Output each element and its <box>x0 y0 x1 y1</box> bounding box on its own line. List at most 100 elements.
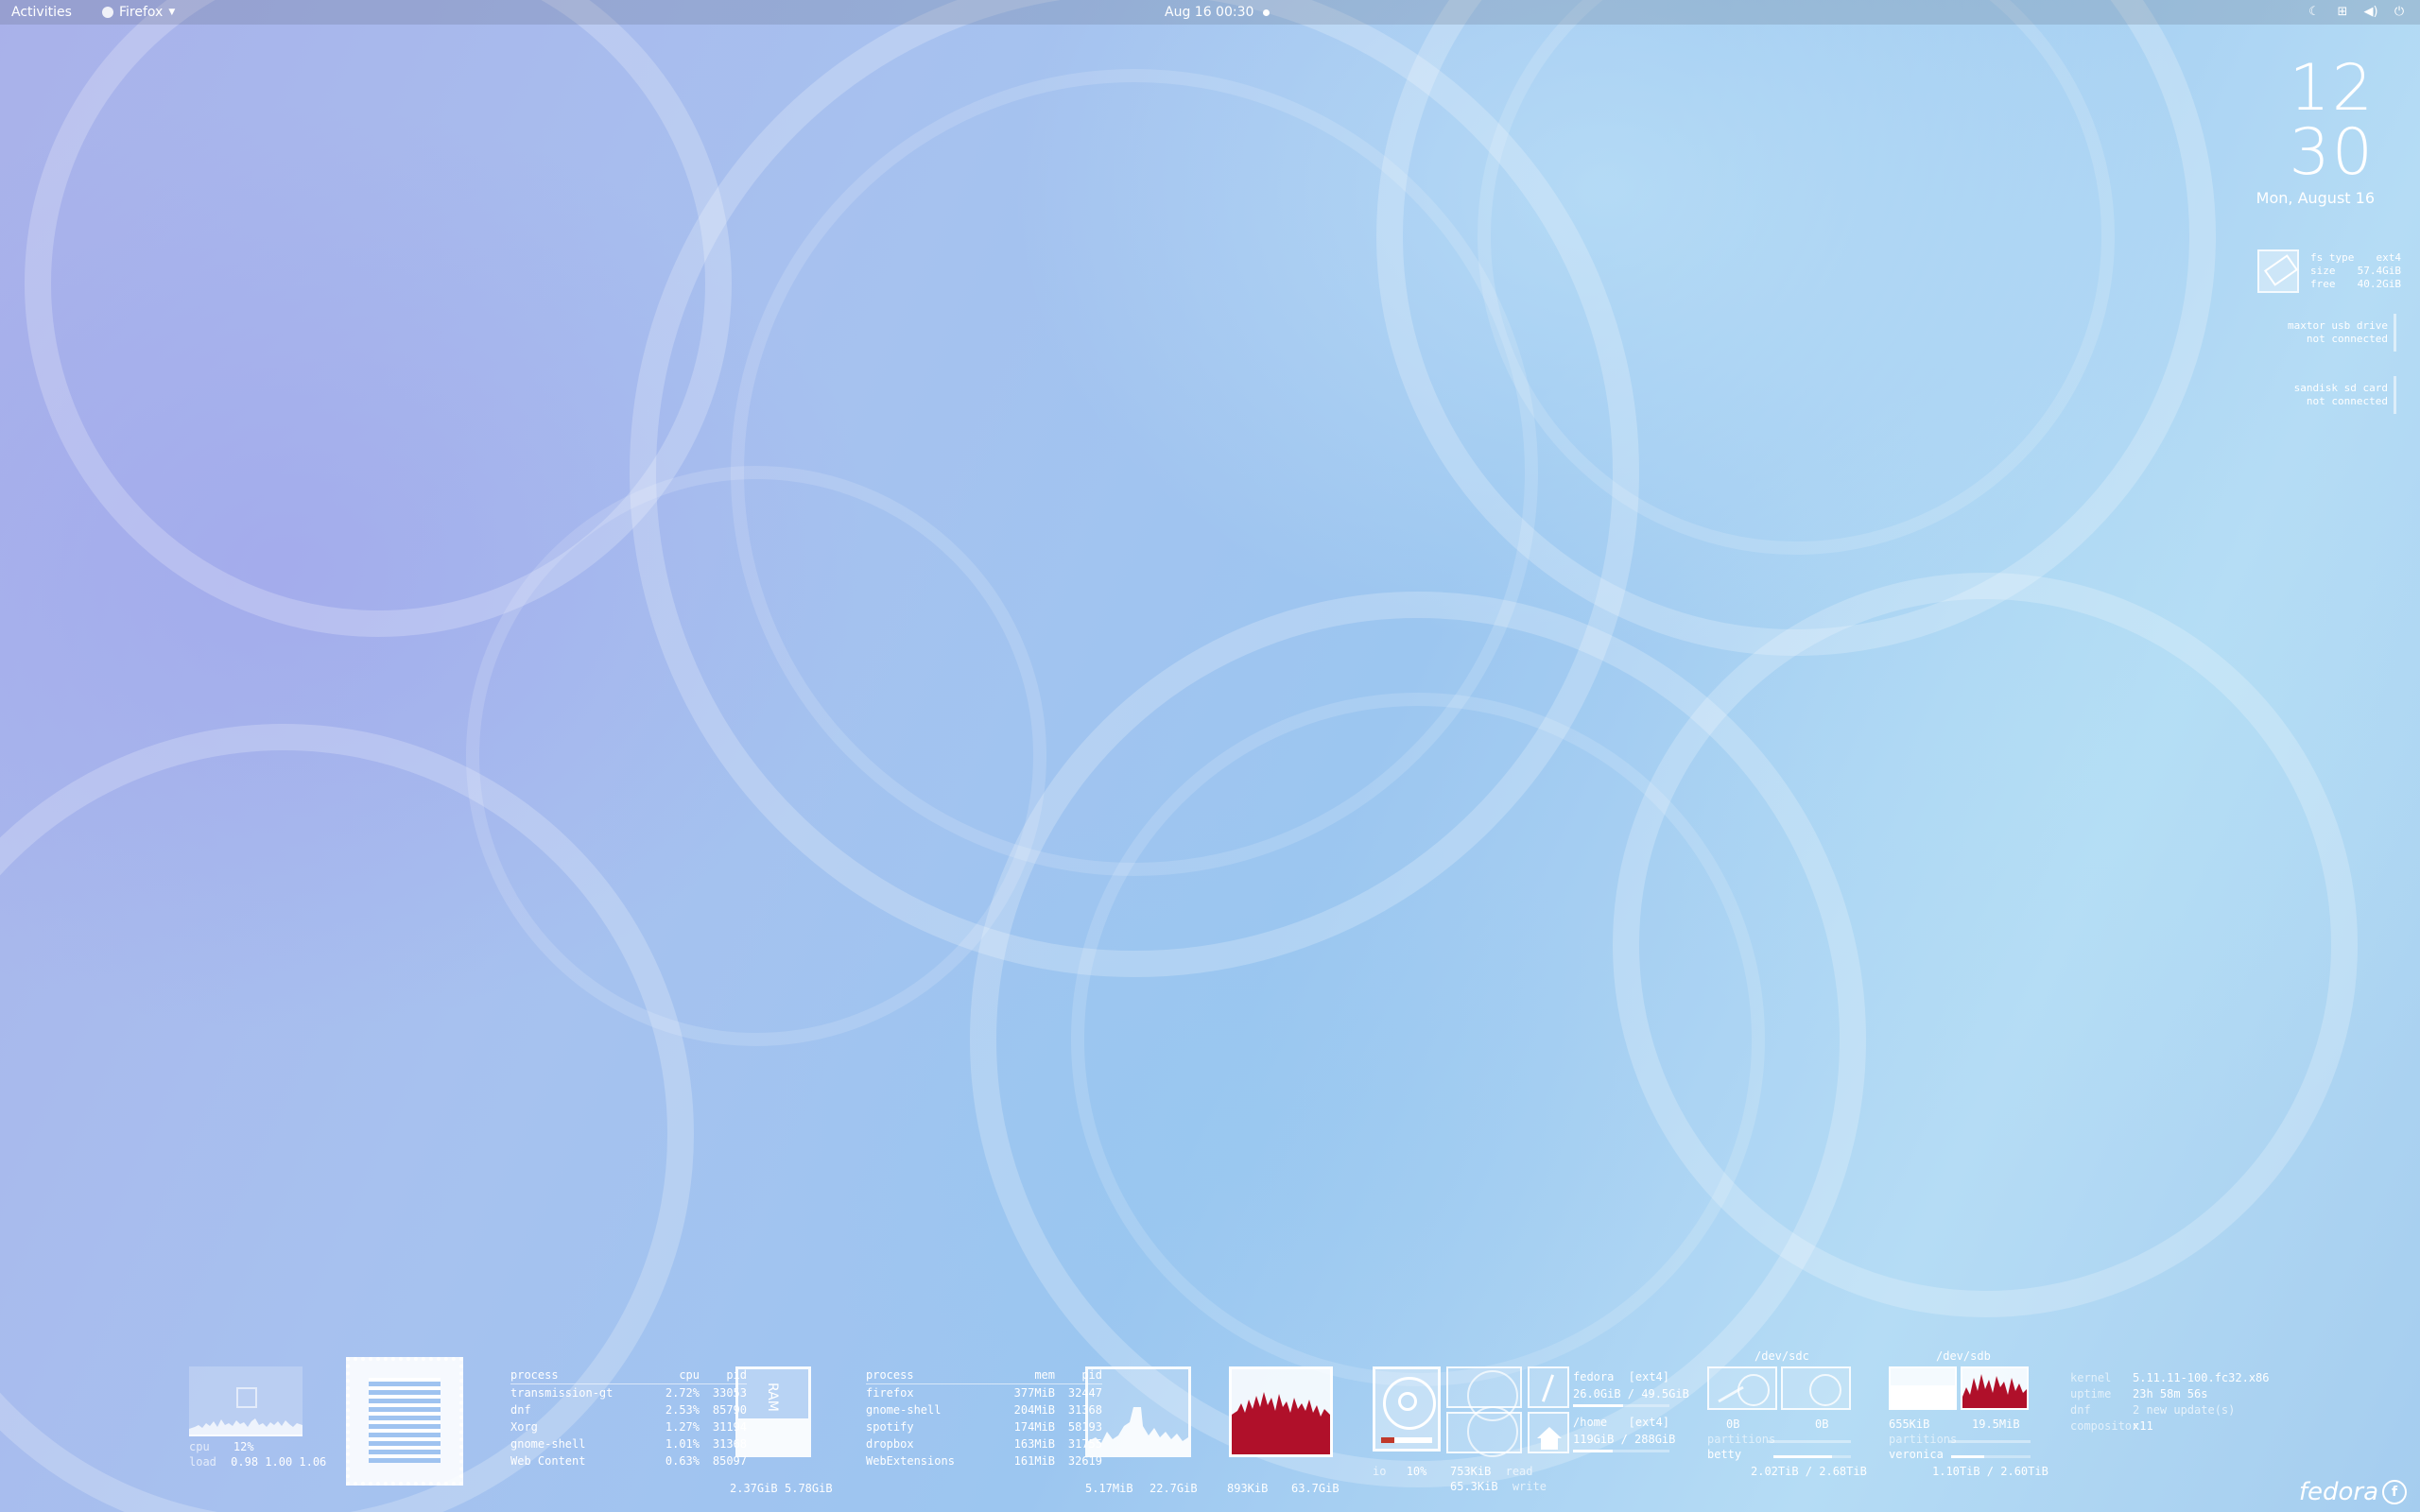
firefox-icon <box>102 7 113 18</box>
cell: gnome-shell <box>510 1437 586 1451</box>
top-clock-label: Aug 16 00:30 <box>1165 5 1254 20</box>
info-row: compositor x11 <box>2070 1418 2270 1435</box>
wallpaper <box>0 0 2358 1512</box>
volume-icon: ◀) <box>2363 5 2378 19</box>
top-clock[interactable]: Aug 16 00:30 <box>1165 0 1270 25</box>
load-label: load <box>189 1455 216 1469</box>
info-value: 23h 58m 56s <box>2133 1387 2208 1400</box>
cell: Xorg <box>510 1420 538 1434</box>
info-row: kernel 5.11.11-100.fc32.x86 <box>2070 1370 2270 1386</box>
net2-value-a: 893KiB <box>1227 1482 1269 1495</box>
load-row: load 0.98 1.00 1.06 <box>189 1455 326 1469</box>
sdc-usage: 2.02TiB / 2.68TiB <box>1751 1465 1867 1478</box>
night-light-icon: ☾ <box>2308 5 2320 19</box>
drive-name: sandisk sd card <box>2293 382 2388 394</box>
activities-button[interactable]: Activities <box>11 0 72 25</box>
cell: WebExtensions <box>866 1454 955 1468</box>
sdc-usage-bar <box>1773 1455 1851 1458</box>
disk-write-label: write <box>1512 1480 1547 1493</box>
fedora-logo-text: fedora <box>2298 1478 2378 1506</box>
cpu-process-table: process cpu pid transmission-gt 2.72% 3305… <box>510 1366 747 1469</box>
fedora-logo: fedora f <box>2299 1478 2407 1506</box>
cpu-graph <box>189 1366 302 1436</box>
cpu-percent: 12% <box>233 1440 254 1453</box>
sdb-write-graph <box>1961 1366 2029 1410</box>
info-key: dnf <box>2070 1403 2091 1417</box>
root-header: fedora [ext4] <box>1573 1370 1669 1383</box>
sdb-read-graph <box>1889 1366 1957 1410</box>
mem-process-table: process mem pid firefox 377MiB 32447 gnome… <box>866 1366 1102 1469</box>
info-value: 2 new update(s) <box>2133 1403 2236 1417</box>
drive-status: not connected <box>2306 395 2388 407</box>
disk-read-row: 753KiB read <box>1450 1465 1533 1478</box>
table-header: process mem pid <box>866 1366 1102 1384</box>
net1-value-b: 22.7GiB <box>1150 1482 1198 1495</box>
sdb-title: /dev/sdb <box>1936 1349 1991 1363</box>
fs-size-label: size <box>2310 265 2336 277</box>
mem-total: 5.78GiB <box>785 1482 833 1495</box>
cell: firefox <box>866 1386 914 1400</box>
disk-io-row: io 10% <box>1373 1465 1426 1478</box>
cpu-icon <box>346 1357 463 1486</box>
cell: 377MiB <box>1013 1386 1055 1400</box>
fs-type-label: fs type <box>2310 251 2355 264</box>
fs-free-value: 40.2GiB <box>2357 278 2401 290</box>
sdb-partitions-bar <box>1949 1440 2031 1443</box>
disk-write-row: 65.3KiB write <box>1450 1480 1547 1493</box>
sdc-right-value: 0B <box>1815 1418 1829 1431</box>
cell: gnome-shell <box>866 1403 942 1417</box>
home-partition-icon <box>1528 1412 1569 1453</box>
drive-sandisk: sandisk sd card not connected <box>2294 382 2388 408</box>
sdb-usage-bar <box>1951 1455 2031 1458</box>
drive-icon <box>2257 249 2299 293</box>
info-key: uptime <box>2070 1387 2112 1400</box>
disk-write-value: 65.3KiB <box>1450 1480 1498 1493</box>
sdb-right-value: 19.5MiB <box>1972 1418 2020 1431</box>
col-process: process <box>866 1368 914 1382</box>
fs-info: fs type ext4 size 57.4GiB free 40.2GiB <box>2310 251 2401 291</box>
notification-dot-icon <box>1263 9 1270 16</box>
sdb-usage: 1.10TiB / 2.60TiB <box>1932 1465 2048 1478</box>
drive-maxtor: maxtor usb drive not connected <box>2288 319 2388 346</box>
app-menu-label: Firefox <box>119 5 164 20</box>
info-value: 5.11.11-100.fc32.x86 <box>2133 1371 2270 1384</box>
table-row: dropbox 163MiB 31755 <box>866 1435 1102 1452</box>
root-usage-bar <box>1573 1404 1669 1407</box>
cell: spotify <box>866 1420 914 1434</box>
mem-used: 2.37GiB <box>730 1482 778 1495</box>
table-row: transmission-gt 2.72% 33053 <box>510 1384 747 1401</box>
sdc-part-name: betty <box>1707 1448 1742 1461</box>
disk-io-label: io <box>1373 1465 1387 1478</box>
cell: 163MiB <box>1013 1437 1055 1451</box>
sdc-left-value: 0B <box>1726 1418 1740 1431</box>
fs-size-value: 57.4GiB <box>2357 265 2401 277</box>
cpu-history <box>189 1418 302 1436</box>
table-row: Web Content 0.63% 85097 <box>510 1452 747 1469</box>
harddisk-icon <box>1373 1366 1441 1452</box>
disk-write-graph <box>1446 1406 1522 1457</box>
cell: dropbox <box>866 1437 914 1451</box>
cell: 174MiB <box>1013 1420 1055 1434</box>
cell: 2.72% <box>665 1386 700 1400</box>
drive-status: not connected <box>2306 333 2388 345</box>
cell: 2.53% <box>665 1403 700 1417</box>
table-row: firefox 377MiB 32447 <box>866 1384 1102 1401</box>
net1-value-a: 5.17MiB <box>1085 1482 1133 1495</box>
drive-bar <box>2394 314 2396 352</box>
system-status-area[interactable]: ☾ ⊞ ◀) ⏻ <box>2307 0 2407 25</box>
sdb-partitions-label: partitions <box>1889 1433 1958 1446</box>
home-fs: [ext4] <box>1628 1416 1669 1429</box>
table-row: Xorg 1.27% 31194 <box>510 1418 747 1435</box>
cell: 204MiB <box>1013 1403 1055 1417</box>
cell: dnf <box>510 1403 531 1417</box>
table-header: process cpu pid <box>510 1366 747 1384</box>
info-row: uptime 23h 58m 56s <box>2070 1386 2270 1402</box>
cpu-percent-row: cpu 12% <box>189 1440 254 1453</box>
drive-bar <box>2394 376 2396 414</box>
disk-read-graph <box>1446 1366 1522 1421</box>
app-menu[interactable]: Firefox ▼ <box>102 0 175 25</box>
sdc-write-graph <box>1781 1366 1851 1410</box>
root-fs: [ext4] <box>1628 1370 1669 1383</box>
disk-read-label: read <box>1505 1465 1533 1478</box>
cell: transmission-gt <box>510 1386 614 1400</box>
